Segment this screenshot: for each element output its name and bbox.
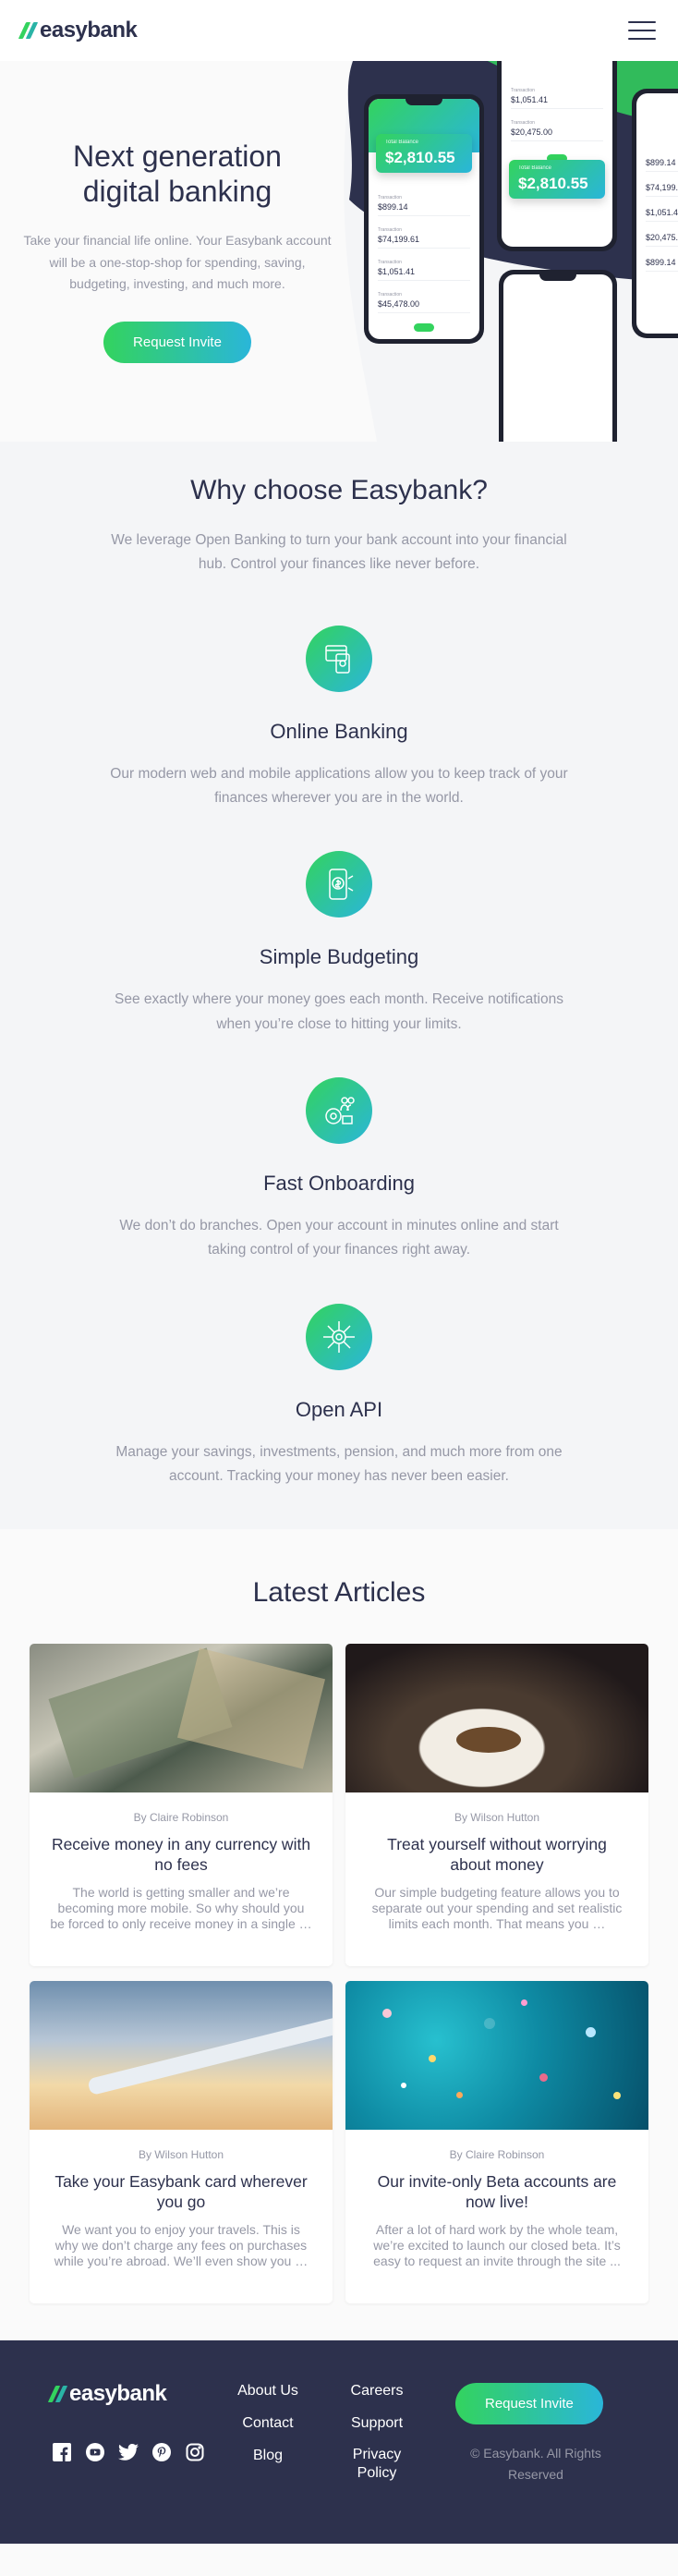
phone-mockup-2: Transaction $1,051.41 Transaction $20,475.… [497, 61, 617, 251]
phone-mockup-1: Total Balance $2,810.55 Transaction $899.1… [364, 94, 484, 344]
hero-description: Take your financial life online. Your Ea… [23, 232, 332, 292]
article-excerpt: The world is getting smaller and we’re b… [50, 1885, 312, 1932]
article-title[interactable]: Treat yourself without worrying about mo… [366, 1835, 628, 1876]
hero-text: Next generation digital banking Take you… [0, 139, 355, 364]
site-footer: easybank About Us Contact Blog Careers S… [0, 2340, 678, 2545]
footer-logo[interactable]: easybank [47, 2381, 167, 2407]
article-card[interactable]: By Claire Robinson Receive money in any … [30, 1644, 333, 1967]
feature-online-banking: Online Banking Our modern web and mobile… [0, 625, 678, 811]
logo-mark-icon [47, 2386, 68, 2403]
article-title[interactable]: Our invite-only Beta accounts are now li… [366, 2172, 628, 2213]
budgeting-icon [306, 851, 372, 918]
phone-mockup-4: $899.14 $74,199.61 $1,051.41 $20,475.00 … [632, 89, 678, 338]
footer-request-invite-button[interactable]: Request Invite [455, 2383, 603, 2425]
hero-title: Next generation digital banking [73, 140, 282, 209]
onboarding-icon [306, 1077, 372, 1145]
online-banking-icon [306, 625, 372, 692]
why-section: Why choose Easybank? We leverage Open Ba… [0, 442, 678, 1530]
article-author: By Claire Robinson [133, 1811, 229, 1825]
articles-section: Latest Articles By Claire Robinson Recei… [0, 1529, 678, 2341]
footer-logo-text: easybank [69, 2381, 167, 2407]
article-excerpt: Our simple budgeting feature allows you … [371, 1885, 623, 1932]
instagram-icon[interactable] [185, 2442, 205, 2462]
feature-title: Fast Onboarding [263, 1172, 415, 1196]
article-excerpt: We want you to enjoy your travels. This … [54, 2222, 309, 2269]
logo[interactable]: easybank [18, 18, 138, 43]
footer-link-support[interactable]: Support [344, 2414, 410, 2432]
hero-request-invite-button[interactable]: Request Invite [103, 322, 251, 364]
footer-link-blog[interactable]: Blog [235, 2447, 301, 2464]
twitter-icon[interactable] [118, 2442, 139, 2462]
article-image-restaurant [345, 1644, 648, 1793]
feature-title: Simple Budgeting [259, 945, 419, 969]
article-title[interactable]: Receive money in any currency with no fe… [50, 1835, 312, 1876]
copyright: © Easybank. All Rights Reserved [470, 2446, 601, 2482]
why-description: We leverage Open Banking to turn your ba… [111, 532, 567, 573]
feature-simple-budgeting: Simple Budgeting See exactly where your … [0, 851, 678, 1037]
hero-section: Next generation digital banking Take you… [0, 61, 678, 442]
facebook-icon[interactable] [52, 2442, 72, 2462]
article-excerpt: After a lot of hard work by the whole te… [373, 2222, 621, 2269]
feature-description: See exactly where your money goes each m… [115, 991, 563, 1032]
feature-title: Online Banking [270, 719, 408, 743]
api-icon [306, 1303, 372, 1370]
pinterest-icon[interactable] [151, 2442, 172, 2462]
article-card[interactable]: By Wilson Hutton Take your Easybank card… [30, 1981, 333, 2304]
feature-open-api: Open API Manage your savings, investment… [0, 1303, 678, 1489]
footer-link-privacy[interactable]: Privacy Policy [344, 2446, 410, 2481]
article-image-plane [30, 1981, 333, 2131]
footer-link-careers[interactable]: Careers [344, 2382, 410, 2400]
feature-description: We don’t do branches. Open your account … [119, 1218, 559, 1258]
logo-text: easybank [40, 18, 138, 43]
articles-title: Latest Articles [252, 1577, 426, 1609]
article-author: By Wilson Hutton [138, 2148, 224, 2162]
feature-fast-onboarding: Fast Onboarding We don’t do branches. Op… [0, 1077, 678, 1263]
feature-description: Our modern web and mobile applications a… [110, 765, 568, 807]
article-image-currency [30, 1644, 333, 1793]
footer-link-about[interactable]: About Us [235, 2382, 301, 2400]
article-image-confetti [345, 1981, 648, 2131]
hamburger-icon[interactable] [628, 21, 656, 40]
article-grid: By Claire Robinson Receive money in any … [30, 1644, 648, 2304]
phone-mockup-3 [499, 270, 617, 442]
youtube-icon[interactable] [85, 2442, 105, 2462]
site-header: easybank [0, 0, 678, 61]
article-author: By Wilson Hutton [454, 1811, 540, 1825]
article-card[interactable]: By Claire Robinson Our invite-only Beta … [345, 1981, 648, 2304]
article-author: By Claire Robinson [449, 2148, 545, 2162]
social-links [52, 2442, 205, 2462]
why-title: Why choose Easybank? [190, 475, 488, 505]
article-title[interactable]: Take your Easybank card wherever you go [50, 2172, 312, 2213]
logo-mark-icon [18, 22, 39, 39]
article-card[interactable]: By Wilson Hutton Treat yourself without … [345, 1644, 648, 1967]
feature-description: Manage your savings, investments, pensio… [115, 1443, 563, 1485]
feature-title: Open API [295, 1397, 383, 1421]
phone-balance: $2,810.55 [385, 149, 455, 166]
footer-link-contact[interactable]: Contact [235, 2414, 301, 2432]
